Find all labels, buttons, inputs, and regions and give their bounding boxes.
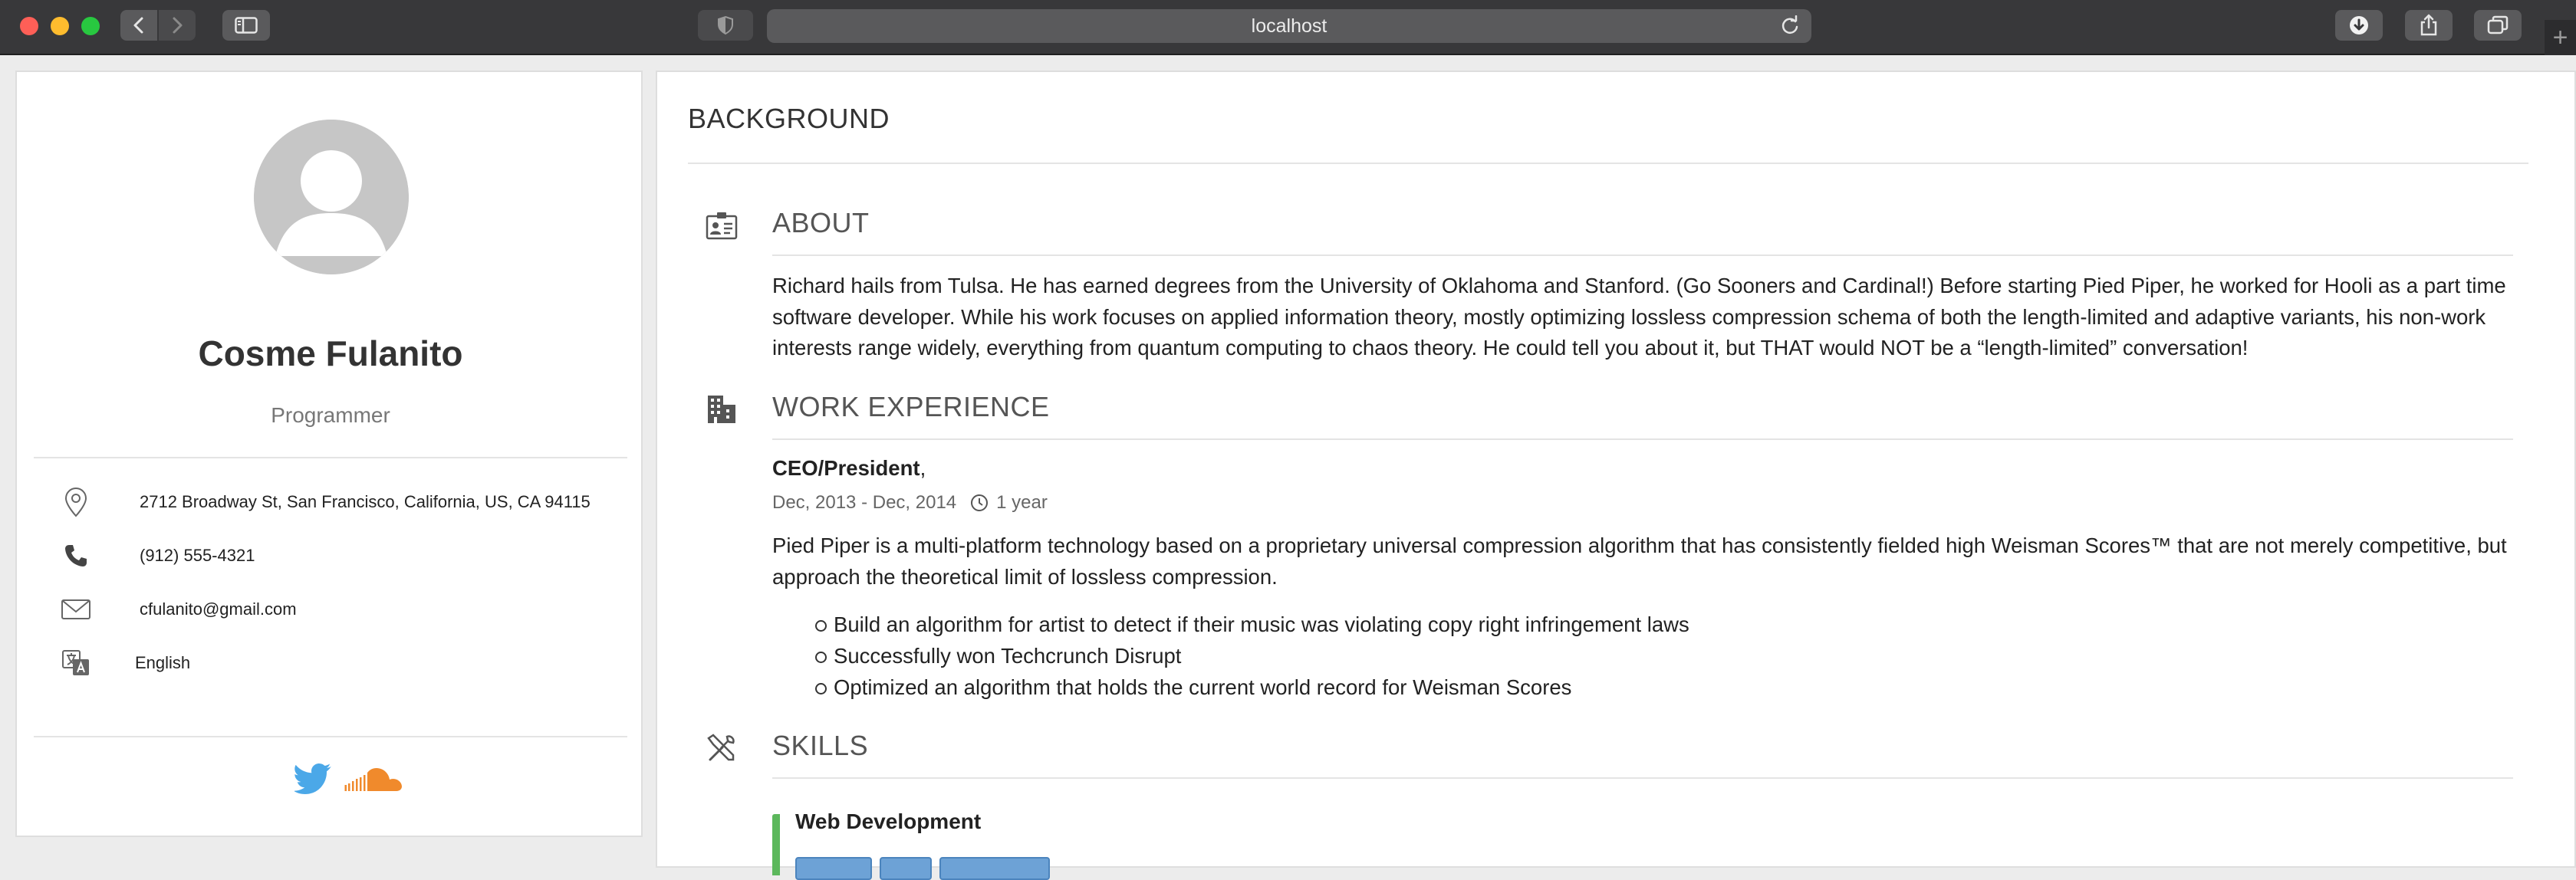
tools-icon [703,730,740,767]
address-text: 2712 Broadway St, San Francisco, Califor… [140,492,591,511]
share-icon [2420,14,2437,36]
envelope-icon [60,593,92,626]
url-text: localhost [1251,15,1327,37]
reload-icon[interactable] [1779,15,1801,41]
skill-chip [880,857,932,880]
skill-accent-bar [772,814,780,875]
twitter-icon[interactable] [293,762,334,796]
job-duration: 1 year [996,492,1048,513]
skill-chip [939,857,1050,880]
browser-toolbar: localhost + [0,0,2576,55]
language-text: English [135,653,191,672]
close-window-button[interactable] [20,17,38,35]
background-card: BACKGROUND ABOUT Richard hails from Tuls… [656,71,2576,880]
address-bar[interactable]: localhost [767,9,1811,43]
about-heading: ABOUT [772,207,870,238]
background-title: BACKGROUND [688,103,890,134]
divider [34,736,627,737]
chevron-right-icon [173,17,183,34]
about-text: Richard hails from Tulsa. He has earned … [772,274,2506,360]
building-icon [703,391,740,428]
job-title-text: CEO/President [772,456,920,480]
job-title: CEO/President, [772,456,926,481]
address-row: 2712 Broadway St, San Francisco, Califor… [60,483,591,521]
list-item: Optimized an algorithm that holds the cu… [815,671,1689,703]
clock-icon [970,494,989,512]
work-heading: WORK EXPERIENCE [772,391,1050,422]
forward-button[interactable] [159,10,196,41]
map-pin-icon [60,486,92,518]
avatar [254,120,409,274]
download-icon [2350,16,2368,34]
profile-role: Programmer [271,403,390,427]
divider [772,438,2513,440]
shield-icon [718,15,733,35]
email-text: cfulanito@gmail.com [140,599,297,619]
list-item: Build an algorithm for artist to detect … [815,609,1689,640]
back-button[interactable] [120,10,157,41]
job-description: Pied Piper is a multi-platform technolog… [772,534,2507,589]
privacy-report-button[interactable] [698,10,753,41]
id-card-icon [703,207,740,244]
divider [772,777,2513,779]
downloads-button[interactable] [2335,10,2383,41]
skill-chip [795,857,872,880]
list-item: Successfully won Techcrunch Disrupt [815,640,1689,671]
sidebar-icon [235,17,258,34]
email-row: cfulanito@gmail.com [60,590,297,629]
job-title-suffix: , [920,456,926,480]
page: Cosme Fulanito Programmer 2712 Broadway … [0,55,2576,880]
profile-name: Cosme Fulanito [198,333,463,373]
job-dates: Dec, 2013 - Dec, 2014 [772,492,957,513]
translate-icon [60,647,92,679]
share-button[interactable] [2405,10,2453,41]
language-row: English [60,644,190,682]
phone-row: (912) 555-4321 [60,537,255,575]
job-meta: Dec, 2013 - Dec, 2014 1 year [772,492,1048,514]
divider [772,254,2513,256]
sidebar-toggle-button[interactable] [222,10,270,41]
profile-card: Cosme Fulanito Programmer 2712 Broadway … [15,71,643,837]
minimize-window-button[interactable] [51,17,69,35]
tabs-icon [2487,15,2509,34]
divider [688,163,2528,164]
skill-group-title: Web Development [795,809,982,833]
zoom-window-button[interactable] [81,17,100,35]
tab-overview-button[interactable] [2474,10,2522,41]
chevron-left-icon [133,17,143,34]
soundcloud-icon[interactable] [344,762,405,796]
phone-text: (912) 555-4321 [140,546,255,565]
job-highlights: Build an algorithm for artist to detect … [815,609,1689,703]
skills-heading: SKILLS [772,730,869,761]
divider [34,457,627,458]
user-silhouette-icon [254,120,409,274]
plus-icon: + [2552,22,2568,52]
new-tab-button[interactable]: + [2545,20,2576,55]
phone-icon [60,540,92,572]
